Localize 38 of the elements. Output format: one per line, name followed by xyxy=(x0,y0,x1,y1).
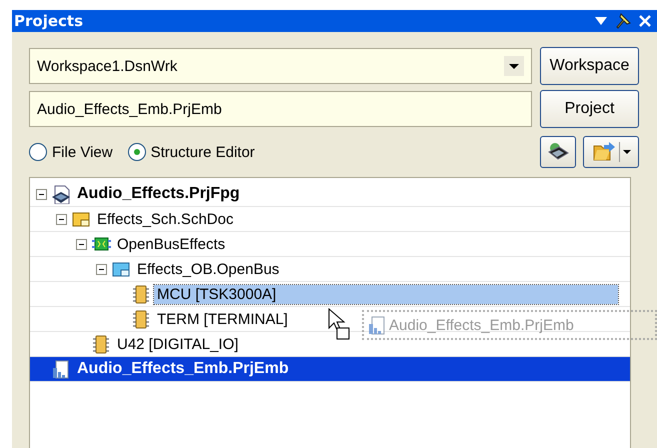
tree-item[interactable]: Audio_Effects_Emb.PrjEmb xyxy=(74,359,292,379)
workspace-button[interactable]: Workspace xyxy=(540,47,639,85)
workspace-dropdown[interactable]: Workspace1.DsnWrk xyxy=(29,48,532,84)
close-icon[interactable] xyxy=(639,15,651,27)
sheet-icon xyxy=(112,260,131,278)
sheet-icon xyxy=(72,210,91,228)
chip-icon xyxy=(132,310,151,328)
collapse-icon[interactable] xyxy=(96,264,107,274)
project-button[interactable]: Project xyxy=(540,90,639,128)
document-icon xyxy=(52,360,71,378)
tree-item[interactable]: U42 [DIGITAL_IO] xyxy=(114,334,242,354)
bus-icon xyxy=(92,234,111,254)
tree-item[interactable]: Effects_OB.OpenBus xyxy=(134,260,282,278)
document-icon xyxy=(368,316,387,334)
tree-item[interactable]: TERM [TERMINAL] xyxy=(154,310,291,328)
collapse-icon[interactable] xyxy=(56,214,67,224)
chip-icon xyxy=(132,284,151,304)
radio-option[interactable]: File View xyxy=(29,143,113,161)
collapse-icon[interactable] xyxy=(76,238,87,250)
toolbar-button[interactable] xyxy=(540,136,576,168)
radio-option[interactable]: Structure Editor xyxy=(128,143,255,161)
collapse-icon[interactable] xyxy=(36,188,47,200)
dropdown-icon[interactable] xyxy=(595,17,607,25)
selected-tree-row[interactable]: Audio_Effects_Emb.PrjEmb xyxy=(30,357,630,382)
chip-icon xyxy=(92,334,111,354)
dropdown-icon xyxy=(504,56,524,76)
caret-icon xyxy=(622,150,630,154)
fpga-project-icon xyxy=(52,184,71,204)
drag-cursor-icon xyxy=(328,308,352,340)
panel-title: Projects xyxy=(14,12,84,30)
tree-item[interactable]: OpenBusEffects xyxy=(114,234,228,254)
drag-ghost: Audio_Effects_Emb.PrjEmb xyxy=(362,310,657,340)
tree-item[interactable]: MCU [TSK3000A] xyxy=(154,284,618,304)
tree-item[interactable]: Effects_Sch.SchDoc xyxy=(94,210,236,228)
folder-arrow-icon xyxy=(592,142,616,162)
toolbar-dropdown-button[interactable] xyxy=(583,136,639,168)
project-field[interactable]: Audio_Effects_Emb.PrjEmb xyxy=(29,91,532,127)
tree-item[interactable]: Audio_Effects.PrjFpg xyxy=(74,184,243,204)
